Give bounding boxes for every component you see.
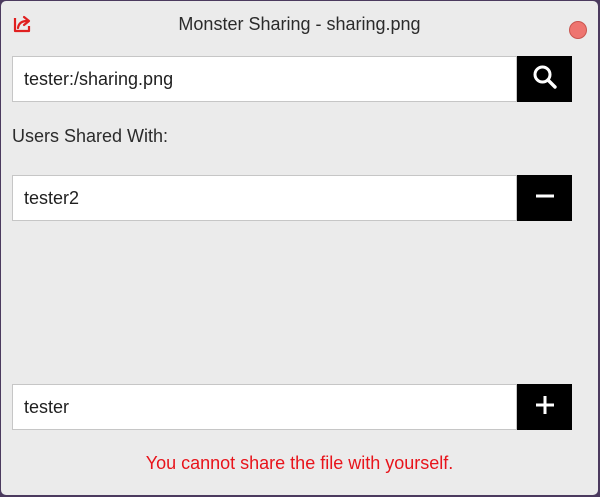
users-shared-with-label: Users Shared With: (12, 126, 169, 146)
file-path-field[interactable] (12, 56, 517, 102)
sharing-window: Monster Sharing - sharing.png Users Shar… (1, 1, 598, 495)
close-button[interactable] (569, 21, 587, 39)
file-path-input[interactable] (24, 68, 505, 90)
remove-user-button[interactable] (517, 175, 572, 221)
window-title: Monster Sharing - sharing.png (178, 14, 421, 34)
error-message: You cannot share the file with yourself. (145, 453, 454, 473)
add-user-input[interactable] (24, 396, 505, 418)
add-user-field[interactable] (12, 384, 517, 430)
shared-user-row: tester2 (12, 175, 517, 221)
plus-icon (534, 394, 556, 421)
search-icon (532, 64, 558, 95)
shared-user-name: tester2 (24, 187, 80, 208)
minus-icon (534, 185, 556, 212)
add-user-button[interactable] (517, 384, 572, 430)
search-button[interactable] (517, 56, 572, 102)
